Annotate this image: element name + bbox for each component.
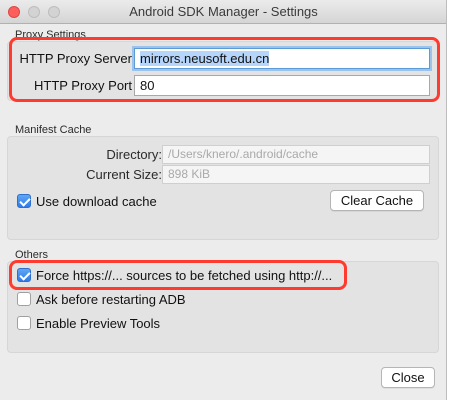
directory-field: /Users/knero/.android/cache — [162, 145, 430, 164]
current-size-label: Current Size: — [86, 167, 162, 182]
ask-restart-adb-label[interactable]: Ask before restarting ADB — [36, 292, 186, 307]
enable-preview-tools-checkbox[interactable] — [17, 316, 31, 330]
current-size-field: 898 KiB — [162, 165, 430, 184]
directory-label: Directory: — [106, 147, 162, 162]
use-download-cache-checkbox[interactable] — [17, 194, 31, 208]
enable-preview-tools-label[interactable]: Enable Preview Tools — [36, 316, 160, 331]
manifest-cache-group: Directory: /Users/knero/.android/cache C… — [7, 136, 439, 240]
force-http-highlight-annotation — [9, 260, 347, 290]
clear-cache-button[interactable]: Clear Cache — [330, 190, 424, 211]
settings-window: Android SDK Manager - Settings Proxy Set… — [0, 0, 447, 400]
proxy-highlight-annotation — [9, 37, 440, 102]
ask-restart-adb-checkbox[interactable] — [17, 292, 31, 306]
title-bar[interactable]: Android SDK Manager - Settings — [0, 0, 446, 24]
manifest-section-label: Manifest Cache — [15, 124, 92, 136]
close-button[interactable]: Close — [381, 367, 435, 388]
use-download-cache-label[interactable]: Use download cache — [36, 194, 157, 209]
window-title: Android SDK Manager - Settings — [129, 4, 318, 19]
